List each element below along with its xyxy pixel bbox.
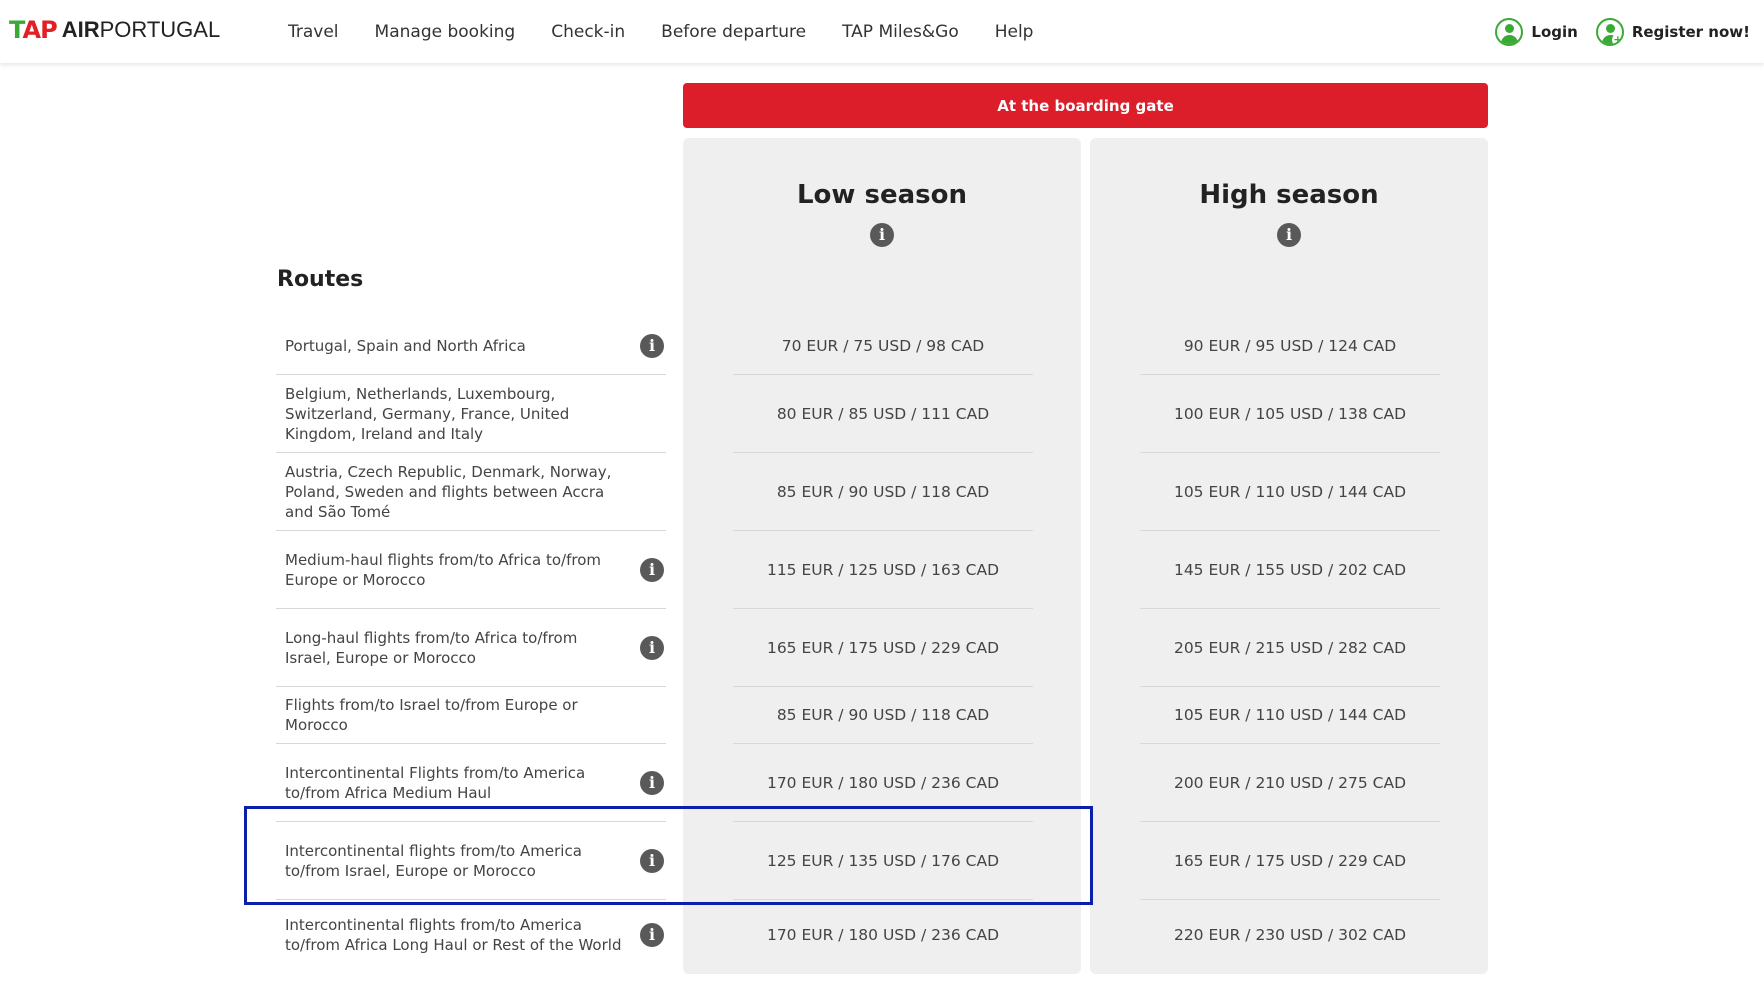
route-label: Long-haul flights from/to Africa to/from… [285,628,578,667]
route-info-icon[interactable]: i [640,334,664,358]
user-icon [1495,17,1524,46]
route-info-icon[interactable]: i [640,923,664,947]
high-season-info-icon[interactable]: i [1277,223,1301,247]
account-area: Login + Register now! [1477,0,1750,63]
route-info-icon[interactable]: i [640,557,664,582]
nav-check-in[interactable]: Check-in [551,22,625,42]
tap-logo-mark: TAP [9,16,58,44]
nav-before-departure[interactable]: Before departure [661,22,806,42]
tap-logo[interactable]: TAP AIRPORTUGAL [9,16,220,44]
nav-tap-miles-go[interactable]: TAP Miles&Go [842,22,959,42]
high-season-price: 105 EUR / 110 USD / 144 CAD [1140,453,1440,531]
route-row: Intercontinental flights from/to America… [276,822,666,900]
route-label: Flights from/to Israel to/from Europe or… [285,696,578,734]
route-row: Portugal, Spain and North Africa i [276,318,666,375]
logo-letter-t: T [9,16,23,44]
boarding-gate-header: At the boarding gate [683,83,1488,128]
route-row: Long-haul flights from/to Africa to/from… [276,609,666,687]
route-info-icon[interactable]: i [640,635,664,660]
logo-letter-a: A [22,16,42,44]
low-season-price: 125 EUR / 135 USD / 176 CAD [733,822,1033,900]
route-label: Intercontinental Flights from/to America… [285,763,586,802]
register-button[interactable]: + Register now! [1595,17,1750,46]
register-label: Register now! [1631,22,1750,41]
route-label: Portugal, Spain and North Africa [285,337,526,355]
low-season-price: 80 EUR / 85 USD / 111 CAD [733,375,1033,453]
route-label: Intercontinental flights from/to America… [285,841,582,880]
high-season-price: 105 EUR / 110 USD / 144 CAD [1140,687,1440,744]
high-season-price: 205 EUR / 215 USD / 282 CAD [1140,609,1440,687]
nav-help[interactable]: Help [995,22,1034,42]
low-season-info-icon[interactable]: i [870,223,894,247]
routes-title: Routes [277,267,364,292]
low-season-price: 170 EUR / 180 USD / 236 CAD [766,926,1000,944]
route-info-icon[interactable]: i [640,770,664,795]
route-label: Intercontinental flights from/to America… [285,916,622,954]
low-season-price: 85 EUR / 90 USD / 118 CAD [733,687,1033,744]
login-label: Login [1531,22,1578,41]
route-row: Intercontinental flights from/to America… [276,900,666,970]
low-season-price: 170 EUR / 180 USD / 236 CAD [733,744,1033,822]
route-info-icon[interactable]: i [640,848,664,873]
nav-manage-booking[interactable]: Manage booking [375,22,516,42]
route-label: Austria, Czech Republic, Denmark, Norway… [285,462,612,521]
route-row: Medium-haul flights from/to Africa to/fr… [276,531,666,609]
low-season-title: Low season [796,180,967,210]
route-row: Flights from/to Israel to/from Europe or… [276,687,666,744]
route-label: Belgium, Netherlands, Luxembourg, Switze… [285,384,570,443]
site-header: TAP AIRPORTUGAL Travel Manage booking Ch… [0,0,1764,63]
route-label: Medium-haul flights from/to Africa to/fr… [285,550,601,589]
low-season-price: 70 EUR / 75 USD / 98 CAD [733,318,1033,375]
logo-portugal: PORTUGAL [99,17,221,42]
low-season-price: 85 EUR / 90 USD / 118 CAD [733,453,1033,531]
logo-air: AIR [61,17,100,42]
high-season-title: High season [1199,180,1379,210]
low-season-price: 115 EUR / 125 USD / 163 CAD [733,531,1033,609]
route-row: Intercontinental Flights from/to America… [276,744,666,822]
main-nav: Travel Manage booking Check-in Before de… [288,0,1033,63]
logo-wordmark: AIRPORTUGAL [62,19,221,41]
high-season-price: 200 EUR / 210 USD / 275 CAD [1140,744,1440,822]
route-row: Austria, Czech Republic, Denmark, Norway… [276,453,666,531]
high-season-price: 165 EUR / 175 USD / 229 CAD [1140,822,1440,900]
nav-travel[interactable]: Travel [288,22,339,42]
high-season-price: 100 EUR / 105 USD / 138 CAD [1140,375,1440,453]
high-season-price: 90 EUR / 95 USD / 124 CAD [1140,318,1440,375]
route-row: Belgium, Netherlands, Luxembourg, Switze… [276,375,666,453]
high-season-price: 145 EUR / 155 USD / 202 CAD [1140,531,1440,609]
logo-letter-p: P [40,16,58,44]
login-button[interactable]: Login [1495,17,1578,46]
high-season-price: 220 EUR / 230 USD / 302 CAD [1173,926,1407,944]
low-season-price: 165 EUR / 175 USD / 229 CAD [733,609,1033,687]
add-user-icon: + [1595,17,1624,46]
